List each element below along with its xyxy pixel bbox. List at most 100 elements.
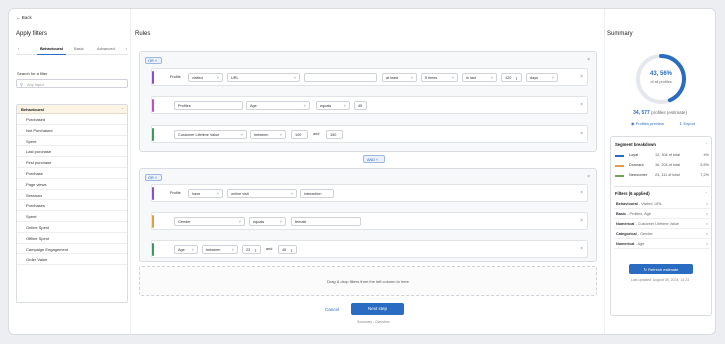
close-icon[interactable]: × xyxy=(706,232,708,236)
unit-select[interactable]: days ˅ xyxy=(526,73,558,82)
filter-item[interactable]: Spent xyxy=(17,136,127,147)
chevron-left-icon[interactable]: ‹ xyxy=(18,46,19,51)
filter-item[interactable]: Page views xyxy=(17,179,127,190)
and-operator-select[interactable]: AND ˅ xyxy=(363,155,385,163)
filter-item[interactable]: Sessions xyxy=(17,190,127,201)
segment-name: Loyal xyxy=(629,153,639,157)
frequency-select[interactable]: at least ˅ xyxy=(382,73,417,82)
days-input[interactable]: 120 ⇕ xyxy=(501,73,522,82)
close-icon[interactable]: × xyxy=(580,102,583,108)
eye-icon: ◉ xyxy=(631,121,635,126)
segment-row: Newcomer 23, 111 of total 7,2% xyxy=(615,173,709,180)
max-input[interactable]: 150 xyxy=(326,130,343,139)
chevron-down-icon: ˅ xyxy=(238,220,241,224)
close-icon[interactable]: × xyxy=(580,218,583,224)
filter-group-behavioural[interactable]: Behavioural ˆ xyxy=(17,105,127,114)
stepper-icon: ⇕ xyxy=(514,77,518,81)
operator-select[interactable]: equals ˅ xyxy=(316,101,350,110)
back-button[interactable]: ← Back xyxy=(16,15,32,20)
close-icon[interactable]: × xyxy=(580,190,583,196)
filters-column: Apply filters ‹ Behavioural Basic Advanc… xyxy=(16,31,128,303)
refresh-label: Refresh estimate xyxy=(648,266,679,272)
rule-row: Customer Lifetime Value ˅ between ˅ 100 an… xyxy=(151,125,588,143)
tab-advanced[interactable]: Advanced xyxy=(97,46,115,51)
chevron-up-icon[interactable]: ˆ xyxy=(706,191,707,196)
filter-item[interactable]: Online Spent xyxy=(17,222,127,233)
next-step-button[interactable]: Next step xyxy=(351,303,404,315)
action-select[interactable]: have ˅ xyxy=(188,189,223,198)
select-value: in last xyxy=(466,76,476,80)
rule-row: Profile visited ˅ URL ˅ at least ˅ 5 times ˅… xyxy=(151,68,588,86)
close-icon[interactable]: × xyxy=(706,222,708,226)
operator-select[interactable]: between ˅ xyxy=(250,130,286,139)
filter-item[interactable]: Last purchase xyxy=(17,146,127,158)
chevron-down-icon: ˅ xyxy=(551,76,554,80)
gauge-percentage: 43, 56% xyxy=(649,71,673,77)
close-icon[interactable]: × xyxy=(580,131,583,137)
chevron-up-icon[interactable]: ˆ xyxy=(706,142,707,147)
or-operator-select[interactable]: OR ˅ xyxy=(145,174,162,181)
filter-item[interactable]: Purchase xyxy=(17,168,127,179)
times-select[interactable]: 5 times ˅ xyxy=(421,73,458,82)
select-value: visited xyxy=(192,76,203,80)
operator-select[interactable]: equals ˅ xyxy=(249,217,286,226)
segment-total: 16, 204 of total xyxy=(655,163,681,167)
chevron-down-icon: ˅ xyxy=(279,133,282,137)
export-button[interactable]: ↧ Export xyxy=(679,121,695,126)
cancel-button[interactable]: Cancel xyxy=(325,307,339,312)
close-icon[interactable]: × xyxy=(706,202,708,206)
tab-basic[interactable]: Basic xyxy=(74,46,84,51)
segment-total: 23, 111 of total xyxy=(655,173,680,177)
metric-select[interactable]: Customer Lifetime Value ˅ xyxy=(174,130,247,139)
min-input[interactable]: 23 ⇕ xyxy=(242,245,261,254)
filter-item[interactable]: Not Purchased xyxy=(17,125,127,136)
attribute-select[interactable]: Gender ˅ xyxy=(174,217,245,226)
app-frame: ← Back Apply filters ‹ Behavioural Basic… xyxy=(8,8,716,335)
field-select[interactable]: URL ˅ xyxy=(227,73,300,82)
filter-search-input[interactable]: ⚲ Any input xyxy=(16,79,128,88)
entity-select[interactable]: Profiles xyxy=(174,101,243,110)
close-icon[interactable]: × xyxy=(706,242,708,246)
and-label: AND xyxy=(367,157,376,162)
close-icon[interactable]: × xyxy=(580,74,583,80)
filter-item[interactable]: Purchased xyxy=(17,114,127,125)
chevron-right-icon[interactable]: › xyxy=(126,46,127,51)
filter-item[interactable]: Campaign Engagement xyxy=(17,244,127,255)
filter-item[interactable]: First purchase xyxy=(17,157,127,168)
filter-item[interactable]: Order Value xyxy=(17,254,127,266)
rules-title: Rules xyxy=(135,31,151,37)
attribute-select[interactable]: Age ˅ xyxy=(246,101,310,110)
filter-item[interactable]: Purchases xyxy=(17,200,127,212)
input-value: 120 xyxy=(505,76,512,80)
filter-item[interactable]: Offline Spent xyxy=(17,233,127,244)
operator-select[interactable]: between ˅ xyxy=(202,245,238,254)
interaction-input[interactable]: interaction xyxy=(300,189,334,198)
rule-group-2: OR ˅ × Profile have ˅ online visit ˅ inter… xyxy=(139,168,597,262)
close-icon[interactable]: × xyxy=(580,246,583,252)
refresh-estimate-button[interactable]: ↻ Refresh estimate xyxy=(629,264,693,274)
filter-desc: - Profiles, Age xyxy=(627,212,651,216)
action-select[interactable]: visited ˅ xyxy=(188,73,223,82)
or-operator-select[interactable]: OR ˅ xyxy=(145,57,162,64)
profiles-preview-button[interactable]: ◉ Profiles preview xyxy=(631,121,664,126)
filters-applied-title: Filters (6 applied) xyxy=(615,191,650,196)
value-input[interactable]: 45 xyxy=(354,101,367,110)
period-select[interactable]: in last ˅ xyxy=(462,73,497,82)
value-input[interactable]: female xyxy=(291,217,361,226)
drop-zone[interactable]: Drag & drop filters from the left column… xyxy=(139,266,597,296)
event-select[interactable]: online visit ˅ xyxy=(227,189,297,198)
select-value: between xyxy=(206,248,221,252)
attribute-select[interactable]: Age ˅ xyxy=(174,245,198,254)
max-input[interactable]: 45 ⇕ xyxy=(278,245,297,254)
last-updated-text: Last updated: August 05, 2024, 14:23 xyxy=(630,278,690,282)
min-input[interactable]: 100 xyxy=(291,130,308,139)
close-icon[interactable]: × xyxy=(587,57,590,63)
tab-behavioural[interactable]: Behavioural xyxy=(37,46,66,55)
chevron-down-icon: ˅ xyxy=(231,248,234,252)
filter-item[interactable]: Spent xyxy=(17,211,127,222)
url-input[interactable] xyxy=(304,73,377,82)
filter-type: Categorical xyxy=(616,232,637,236)
close-icon[interactable]: × xyxy=(587,174,590,180)
close-icon[interactable]: × xyxy=(706,212,708,216)
segment-row: Dormant 16, 204 of total 5,5% xyxy=(615,163,709,170)
